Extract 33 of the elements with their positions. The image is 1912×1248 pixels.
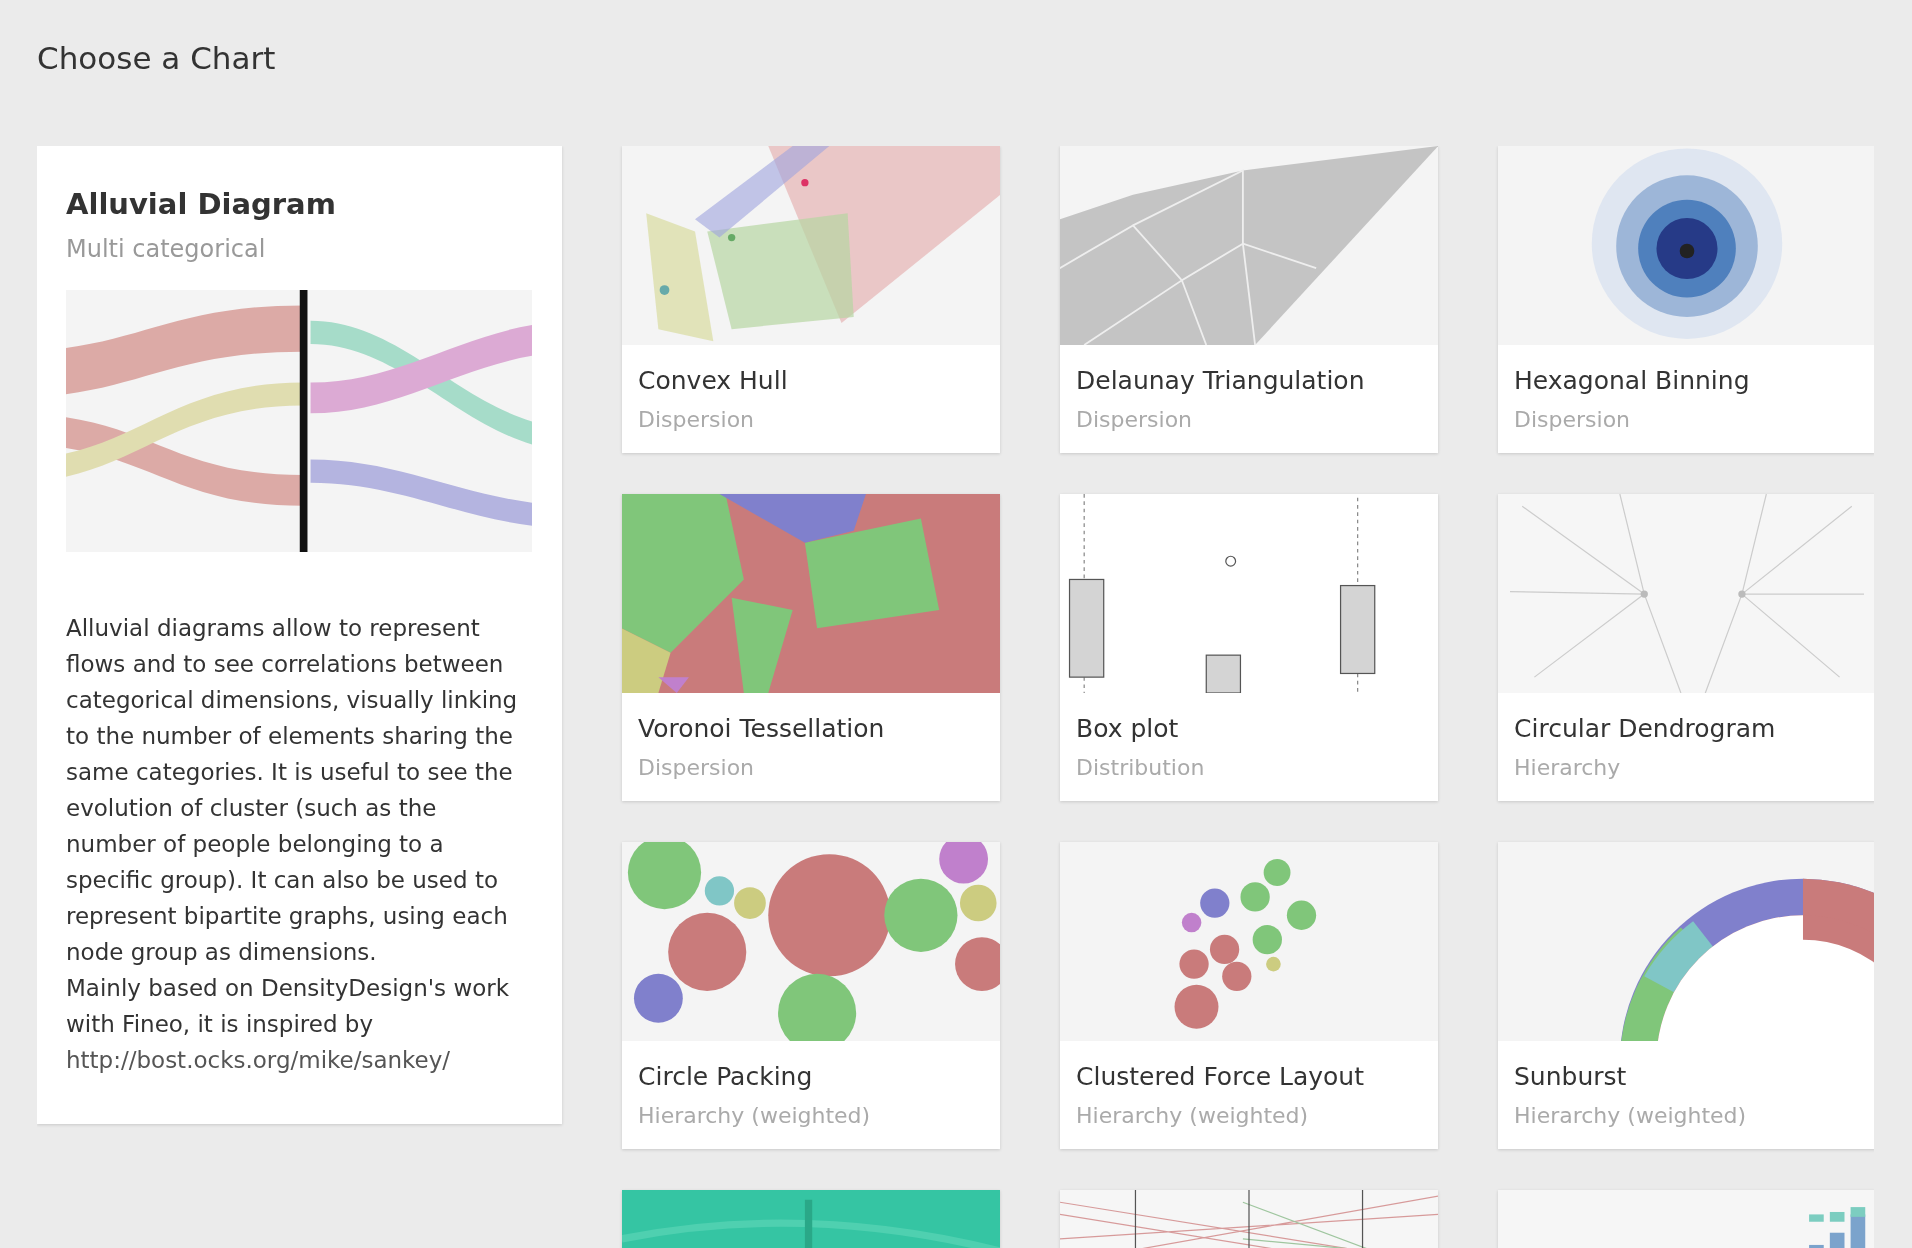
credit-text: Mainly based on DensityDesign's work with Fineo, it is inspired by [66,975,510,1037]
chart-card[interactable]: Convex Hull Dispersion [622,146,1000,453]
chart-title: Circular Dendrogram [1514,713,1777,745]
chart-title: Box plot [1076,713,1180,745]
chart-title: Convex Hull [638,365,789,397]
chart-category: Dispersion [638,406,756,434]
source-link[interactable]: http://bost.ocks.org/mike/sankey/ [66,1047,451,1073]
chart-card[interactable]: Circular Dendrogram Hierarchy [1498,494,1874,801]
chart-card[interactable]: Hexagonal Binning Dispersion [1498,146,1874,453]
chart-title: Sunburst [1514,1061,1628,1093]
chart-category: Distribution [1076,754,1206,782]
chart-title: Hexagonal Binning [1514,365,1751,397]
chart-title: Delaunay Triangulation [1076,365,1366,397]
chart-category: Dispersion [1514,406,1632,434]
chart-category: Dispersion [638,754,756,782]
chart-title: Voronoi Tessellation [638,713,886,745]
description-text: Alluvial diagrams allow to represent flows and to see correlations between categorical dimensions, visually linking to the number of elements sharing the same categories. It is useful to see the evolution of cluster (such as the number of people belonging to a specific group). It can also be used to represent bipartite graphs, using each node group as dimensions. [66,614,519,967]
chart-category: Multi categorical [66,234,267,265]
chart-title: Alluvial Diagram [66,186,337,223]
chart-title: Clustered Force Layout [1076,1061,1365,1093]
chart-card[interactable]: Circle Packing Hierarchy (weighted) [622,842,1000,1149]
chart-card[interactable]: Sunburst Hierarchy (weighted) [1498,842,1874,1149]
chart-card[interactable]: Clustered Force Layout Hierarchy (weighted) [1060,842,1438,1149]
chart-category: Hierarchy (weighted) [638,1102,872,1130]
chart-card[interactable]: Box plot Distribution [1060,494,1438,801]
page-title: Choose a Chart [37,39,277,78]
chart-card[interactable]: Voronoi Tessellation Dispersion [622,494,1000,801]
chart-category: Hierarchy (weighted) [1076,1102,1310,1130]
chart-title: Circle Packing [638,1061,814,1093]
chart-card[interactable]: Delaunay Triangulation Dispersion [1060,146,1438,453]
chart-category: Hierarchy [1514,754,1622,782]
chart-category: Hierarchy (weighted) [1514,1102,1748,1130]
chart-category: Dispersion [1076,406,1194,434]
